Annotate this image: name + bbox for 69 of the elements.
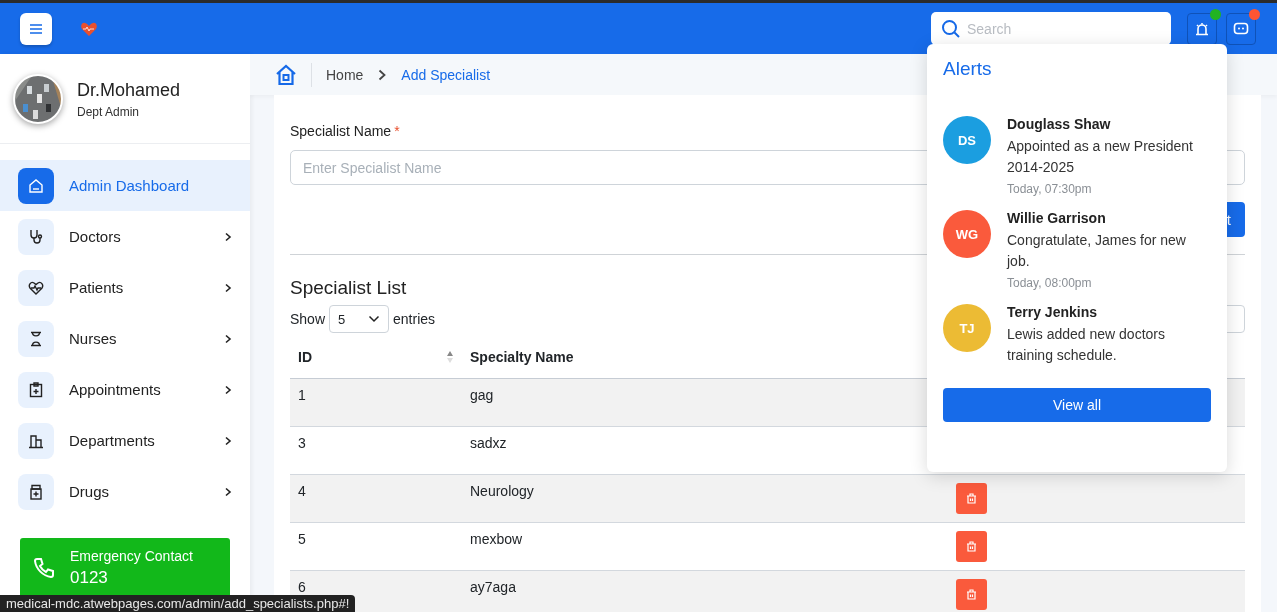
field-label: Specialist Name * <box>290 123 400 139</box>
chevron-right-icon <box>224 231 232 242</box>
initials-avatar: TJ <box>943 304 991 352</box>
alert-item[interactable]: WG Willie Garrison Congratulate, James for new job. Today, 08:00pm <box>943 210 1211 290</box>
emergency-number: 0123 <box>70 568 109 588</box>
chevron-right-icon <box>377 68 388 81</box>
sidebar-item[interactable]: Departments <box>0 415 250 466</box>
breadcrumb-link[interactable]: Home <box>326 66 364 83</box>
home-icon[interactable] <box>275 63 297 86</box>
dropdown-title: Alerts <box>943 58 993 80</box>
trash-icon <box>966 589 977 600</box>
chevron-right-icon <box>224 384 232 395</box>
trash-icon <box>966 541 977 552</box>
chevron-right-icon <box>224 486 232 497</box>
sidebar-item[interactable]: Doctors <box>0 211 250 262</box>
phone-icon <box>32 556 56 580</box>
search-field[interactable]: Search <box>931 12 1171 45</box>
alert-time: Today, 07:30pm <box>1007 182 1093 196</box>
alarm-icon <box>1195 21 1209 36</box>
delete-button[interactable] <box>956 579 987 610</box>
stethoscope-icon <box>18 218 54 255</box>
table-cell: 5 <box>290 522 462 571</box>
section-title: Specialist List <box>290 277 407 299</box>
sidebar-item[interactable]: Admin Dashboard <box>0 160 250 211</box>
table-cell: Neurology <box>462 474 948 523</box>
chevron-right-icon <box>224 333 232 344</box>
delete-button[interactable] <box>956 483 987 514</box>
chevron-right-icon <box>224 435 232 446</box>
entries-select[interactable]: 5 <box>329 305 390 333</box>
alert-message: Lewis added new doctors training schedule. <box>1007 325 1166 365</box>
building-icon <box>18 422 54 459</box>
chevron-down-icon <box>368 315 381 323</box>
hourglass-icon <box>18 320 54 357</box>
home-icon <box>18 167 54 204</box>
status-url-tooltip: medical-mdc.atwebpages.com/admin/add_specialists.php#! <box>0 595 356 612</box>
sidebar-item[interactable]: Appointments <box>0 364 250 415</box>
table-cell: ay7aga <box>462 570 948 612</box>
table-cell: mexbow <box>462 522 948 571</box>
show-label: Show <box>290 311 326 327</box>
emergency-label: Emergency Contact <box>70 548 193 564</box>
alert-message: Congratulate, James for new job. <box>1007 231 1187 271</box>
sort-icon <box>446 350 454 364</box>
chevron-right-icon <box>224 282 232 293</box>
chat-icon <box>1233 21 1249 36</box>
user-name: Dr.Mohamed <box>77 79 181 101</box>
alert-name: Willie Garrison <box>1007 210 1107 226</box>
breadcrumb-link[interactable]: Add Specialist <box>401 66 491 83</box>
search-icon <box>941 19 961 39</box>
delete-button[interactable] <box>956 531 987 562</box>
medicine-icon <box>18 473 54 510</box>
table-cell: 3 <box>290 426 462 475</box>
table-cell: 4 <box>290 474 462 523</box>
view-all-button[interactable]: View all <box>943 388 1211 422</box>
menu-icon <box>29 22 43 35</box>
sidebar-item[interactable]: Drugs <box>0 466 250 517</box>
table-cell: 1 <box>290 378 462 427</box>
trash-icon <box>966 493 977 504</box>
sidebar-item[interactable]: Nurses <box>0 313 250 364</box>
initials-avatar: WG <box>943 210 991 258</box>
alert-name: Terry Jenkins <box>1007 304 1098 320</box>
sidebar-item[interactable]: Patients <box>0 262 250 313</box>
entries-label: entries <box>393 311 436 327</box>
clipboard-icon <box>18 371 54 408</box>
alert-time: Today, 08:00pm <box>1007 276 1093 290</box>
user-role: Dept Admin <box>77 104 141 119</box>
column-header[interactable]: ID <box>290 336 462 379</box>
alert-name: Douglass Shaw <box>1007 116 1112 132</box>
menu-button[interactable] <box>20 12 52 45</box>
initials-avatar: DS <box>943 116 991 164</box>
